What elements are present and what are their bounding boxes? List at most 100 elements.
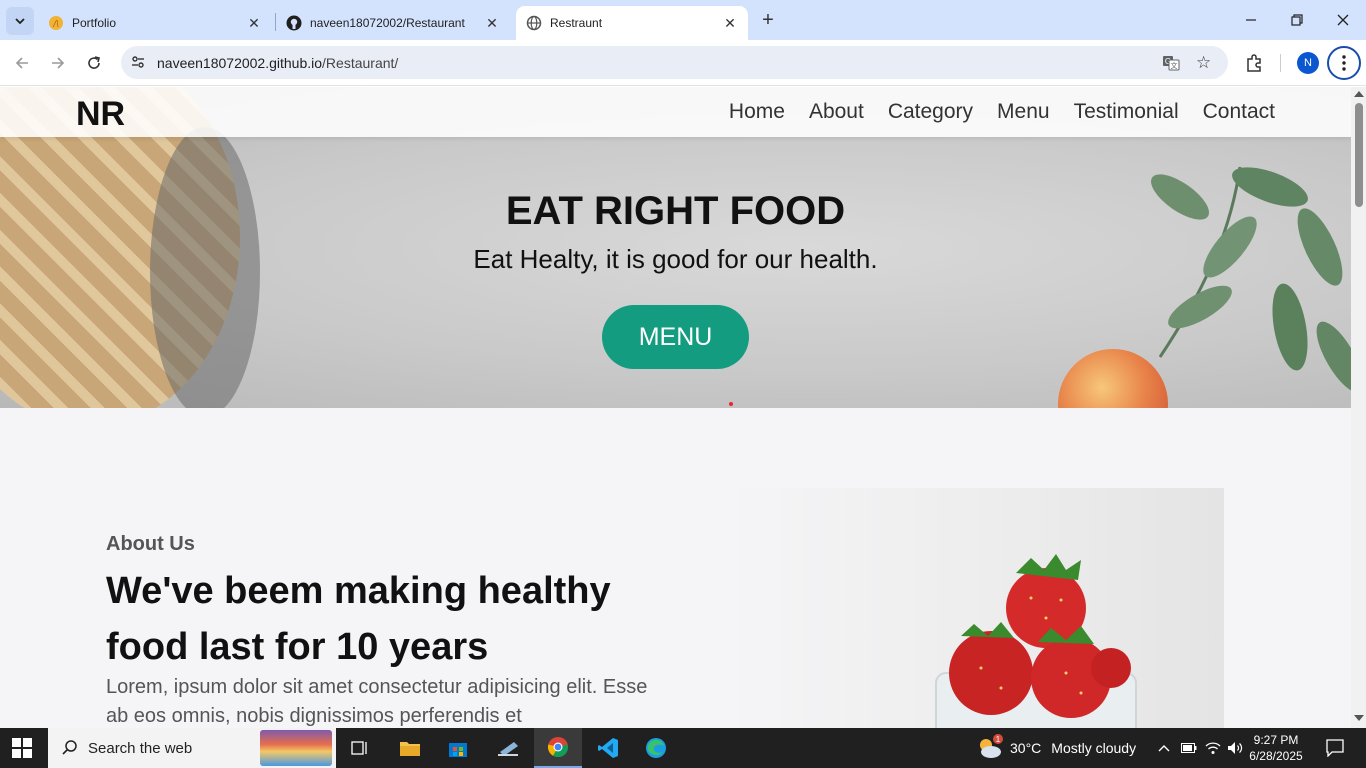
vscode-button[interactable] <box>584 728 632 768</box>
translate-icon[interactable]: G文 <box>1162 54 1180 77</box>
taskbar-clock[interactable]: 9:27 PM 6/28/2025 <box>1246 732 1306 764</box>
task-view-button[interactable] <box>336 728 384 768</box>
wifi-icon <box>1205 742 1221 754</box>
browser-toolbar: naveen18072002.github.io/Restaurant/ G文 … <box>0 40 1366 86</box>
tab-portfolio[interactable]: /\ Portfolio ✕ <box>38 6 272 40</box>
scroll-up-icon[interactable] <box>1354 91 1364 97</box>
laptop-app-icon <box>498 742 518 756</box>
nav-category[interactable]: Category <box>888 100 973 124</box>
url-text: naveen18072002.github.io/Restaurant/ <box>157 55 398 71</box>
chrome-menu-button[interactable] <box>1327 46 1361 80</box>
windows-icon <box>12 738 32 758</box>
network-status[interactable] <box>1204 728 1222 768</box>
search-highlight-image <box>260 730 332 766</box>
search-icon <box>62 740 77 755</box>
svg-text:文: 文 <box>1171 61 1178 70</box>
task-view-icon <box>351 741 367 755</box>
about-title: We've beem making healthy food last for … <box>106 570 611 668</box>
arrow-left-icon <box>15 57 28 69</box>
volume-control[interactable] <box>1226 728 1244 768</box>
weather-desc: Mostly cloudy <box>1051 740 1137 756</box>
site-header: NR Home About Category Menu Testimonial … <box>0 87 1351 137</box>
reload-icon <box>88 56 100 69</box>
show-hidden-icons-button[interactable] <box>1156 728 1172 768</box>
minimize-button[interactable] <box>1228 0 1274 40</box>
chevron-up-icon <box>1158 745 1170 752</box>
tab-github-restaurant[interactable]: naveen18072002/Restaurant ✕ <box>276 6 510 40</box>
forward-button[interactable] <box>44 49 72 77</box>
nav-testimonial[interactable]: Testimonial <box>1074 100 1179 124</box>
hero-dot <box>729 402 733 406</box>
chrome-icon <box>547 737 569 758</box>
browser-tabstrip: /\ Portfolio ✕ naveen18072002/Restaurant… <box>0 0 1366 40</box>
site-logo[interactable]: NR <box>76 95 125 134</box>
strawberries-image <box>726 488 1224 728</box>
window-close-button[interactable] <box>1320 0 1366 40</box>
battery-status[interactable] <box>1180 728 1198 768</box>
globe-icon <box>526 15 542 31</box>
profile-avatar[interactable]: N <box>1297 52 1319 74</box>
arrow-right-icon <box>52 57 65 69</box>
tab-label: Portfolio <box>72 16 117 30</box>
site-settings-icon[interactable] <box>130 54 146 75</box>
nav-menu[interactable]: Menu <box>997 100 1050 124</box>
restore-button[interactable] <box>1274 0 1320 40</box>
hero-subtitle: Eat Healty, it is good for our health. <box>473 244 878 274</box>
url-host: naveen18072002.github.io <box>157 55 323 71</box>
github-icon <box>286 15 302 31</box>
tab-label: Restraunt <box>550 16 603 30</box>
edge-icon <box>646 738 666 758</box>
folder-icon <box>400 742 420 756</box>
site-nav: Home About Category Menu Testimonial Con… <box>729 100 1275 124</box>
menu-button[interactable]: MENU <box>602 305 749 369</box>
weather-widget[interactable]: 1 30°C Mostly cloudy <box>976 728 1136 768</box>
about-text: Lorem, ipsum dolor sit amet consectetur … <box>106 676 648 727</box>
weather-badge: 1 <box>993 734 1003 744</box>
nav-home[interactable]: Home <box>729 100 785 124</box>
file-explorer-button[interactable] <box>386 728 434 768</box>
chevron-down-icon <box>15 18 25 25</box>
windows-taskbar: Search the web 1 30°C Mostly cloudy 9:27… <box>0 728 1366 768</box>
close-icon[interactable]: ✕ <box>722 15 738 31</box>
taskbar-search[interactable]: Search the web <box>48 728 336 768</box>
weather-temp: 30°C <box>1010 740 1042 756</box>
clock-time: 9:27 PM <box>1253 733 1299 747</box>
close-icon[interactable]: ✕ <box>246 15 262 31</box>
vscode-icon <box>598 738 618 758</box>
close-icon[interactable]: ✕ <box>484 15 500 31</box>
notification-icon <box>1326 739 1344 757</box>
reload-button[interactable] <box>80 49 108 77</box>
chrome-taskbar-button[interactable] <box>534 728 582 768</box>
edge-button[interactable] <box>632 728 680 768</box>
scroll-thumb[interactable] <box>1355 103 1363 207</box>
microsoft-store-button[interactable] <box>434 728 482 768</box>
back-button[interactable] <box>8 49 36 77</box>
notifications-button[interactable] <box>1320 728 1350 768</box>
scroll-down-icon[interactable] <box>1354 715 1364 721</box>
page-scrollbar[interactable] <box>1351 87 1366 728</box>
nav-contact[interactable]: Contact <box>1203 100 1275 124</box>
bookmark-star-icon[interactable]: ☆ <box>1196 53 1211 73</box>
address-bar[interactable]: naveen18072002.github.io/Restaurant/ G文 … <box>121 46 1228 79</box>
about-kicker: About Us <box>106 533 195 555</box>
minimize-icon <box>1246 19 1256 21</box>
close-icon <box>1337 14 1349 26</box>
tab-restraunt[interactable]: Restraunt ✕ <box>516 6 748 40</box>
toolbar-divider <box>1280 54 1281 72</box>
page-viewport: EAT RIGHT FOOD Eat Healty, it is good fo… <box>0 87 1351 728</box>
hero-title: EAT RIGHT FOOD <box>505 189 846 233</box>
plus-icon: + <box>762 8 774 31</box>
tab-search-button[interactable] <box>6 7 34 35</box>
extensions-icon[interactable] <box>1244 53 1264 78</box>
battery-icon <box>1181 743 1197 753</box>
new-tab-button[interactable]: + <box>756 8 780 32</box>
url-path: /Restaurant/ <box>322 55 399 71</box>
clock-date: 6/28/2025 <box>1249 749 1303 763</box>
search-placeholder: Search the web <box>88 739 193 757</box>
app-button[interactable] <box>484 728 532 768</box>
tab-label: naveen18072002/Restaurant <box>310 16 465 30</box>
portfolio-favicon-icon: /\ <box>48 15 64 31</box>
nav-about[interactable]: About <box>809 100 864 124</box>
start-button[interactable] <box>12 738 32 763</box>
more-vertical-icon <box>1342 55 1346 71</box>
